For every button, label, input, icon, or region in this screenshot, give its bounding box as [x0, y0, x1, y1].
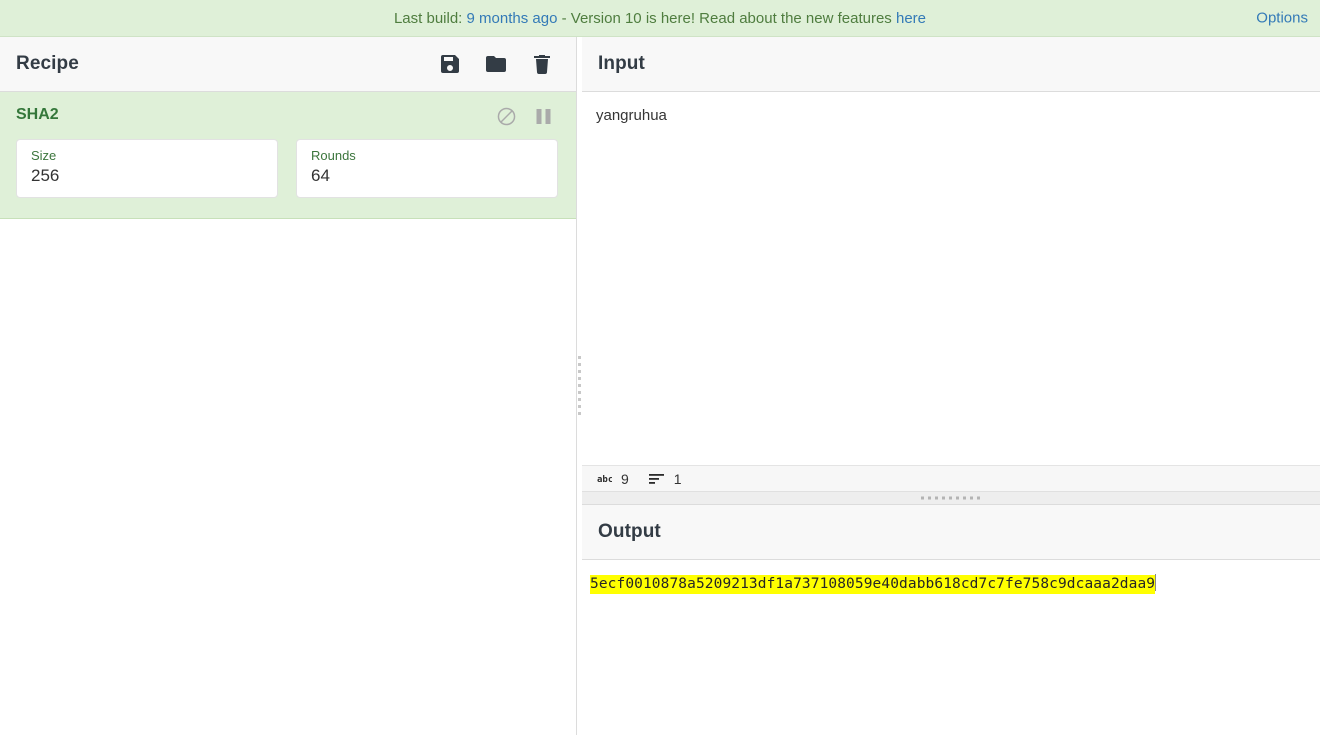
operation-arguments: Size 256 Rounds 64	[16, 139, 560, 198]
output-title-bar: Output	[582, 505, 1320, 560]
disable-icon[interactable]	[496, 106, 517, 127]
input-length-value: 9	[621, 470, 629, 487]
banner-message: Last build: 9 months ago - Version 10 is…	[394, 10, 926, 27]
cyberchef-app: Last build: 9 months ago - Version 10 is…	[0, 0, 1320, 735]
abc-icon: abc	[597, 473, 612, 484]
banner-version-text: Version 10 is here! Read about the new f…	[570, 9, 896, 27]
io-pane: Input yangruhua abc 9 1 Output 5ecf00108…	[582, 37, 1320, 735]
splitter-grip-horizontal	[921, 496, 981, 500]
banner-build-prefix: Last build:	[393, 9, 467, 27]
input-status-bar: abc 9 1	[582, 466, 1320, 492]
input-title: Input	[598, 53, 645, 74]
svg-text:abc: abc	[597, 475, 612, 484]
main-area: Recipe SHA2 Size 256 Rounds 64 Input yan…	[0, 37, 1320, 735]
input-textarea[interactable]: yangruhua	[582, 92, 1320, 466]
input-lines-stat: 1	[642, 471, 689, 487]
argument-size-label: Size	[31, 148, 57, 163]
output-caret	[1155, 574, 1157, 591]
recipe-title: Recipe	[16, 53, 79, 74]
recipe-title-bar: Recipe	[0, 37, 576, 92]
trash-icon[interactable]	[530, 52, 554, 76]
argument-size[interactable]: Size 256	[16, 139, 278, 198]
save-icon[interactable]	[438, 52, 462, 76]
new-features-link[interactable]: here	[896, 10, 926, 27]
recipe-pane: Recipe SHA2 Size 256 Rounds 64	[0, 37, 577, 735]
input-output-splitter[interactable]	[582, 492, 1320, 505]
splitter-grip-vertical	[578, 356, 581, 416]
output-title: Output	[598, 521, 661, 542]
argument-size-value: 256	[31, 166, 60, 185]
input-title-bar: Input	[582, 37, 1320, 92]
output-textarea[interactable]: 5ecf0010878a5209213df1a737108059e40dabb6…	[582, 560, 1320, 735]
input-lines-value: 1	[673, 470, 682, 487]
lines-icon	[648, 473, 665, 485]
argument-rounds-label: Rounds	[311, 148, 356, 163]
last-build-link[interactable]: 9 months ago	[467, 10, 558, 27]
recipe-toolbar	[438, 52, 554, 76]
announcement-banner: Last build: 9 months ago - Version 10 is…	[0, 0, 1320, 37]
input-length-stat: abc 9	[590, 471, 636, 487]
options-link[interactable]: Options	[1256, 10, 1308, 27]
operation-controls	[496, 106, 552, 127]
argument-rounds[interactable]: Rounds 64	[296, 139, 558, 198]
argument-rounds-value: 64	[311, 166, 330, 185]
banner-separator: -	[557, 9, 571, 27]
output-hash-value: 5ecf0010878a5209213df1a737108059e40dabb6…	[590, 575, 1156, 594]
operation-name: SHA2	[16, 106, 59, 123]
input-section: Input yangruhua abc 9 1	[582, 37, 1320, 492]
folder-icon[interactable]	[484, 52, 508, 76]
output-section: Output 5ecf0010878a5209213df1a737108059e…	[582, 505, 1320, 735]
recipe-operation-sha2[interactable]: SHA2 Size 256 Rounds 64	[0, 92, 576, 219]
recipe-operation-list[interactable]: SHA2 Size 256 Rounds 64	[0, 92, 576, 735]
breakpoint-icon[interactable]	[535, 107, 552, 126]
